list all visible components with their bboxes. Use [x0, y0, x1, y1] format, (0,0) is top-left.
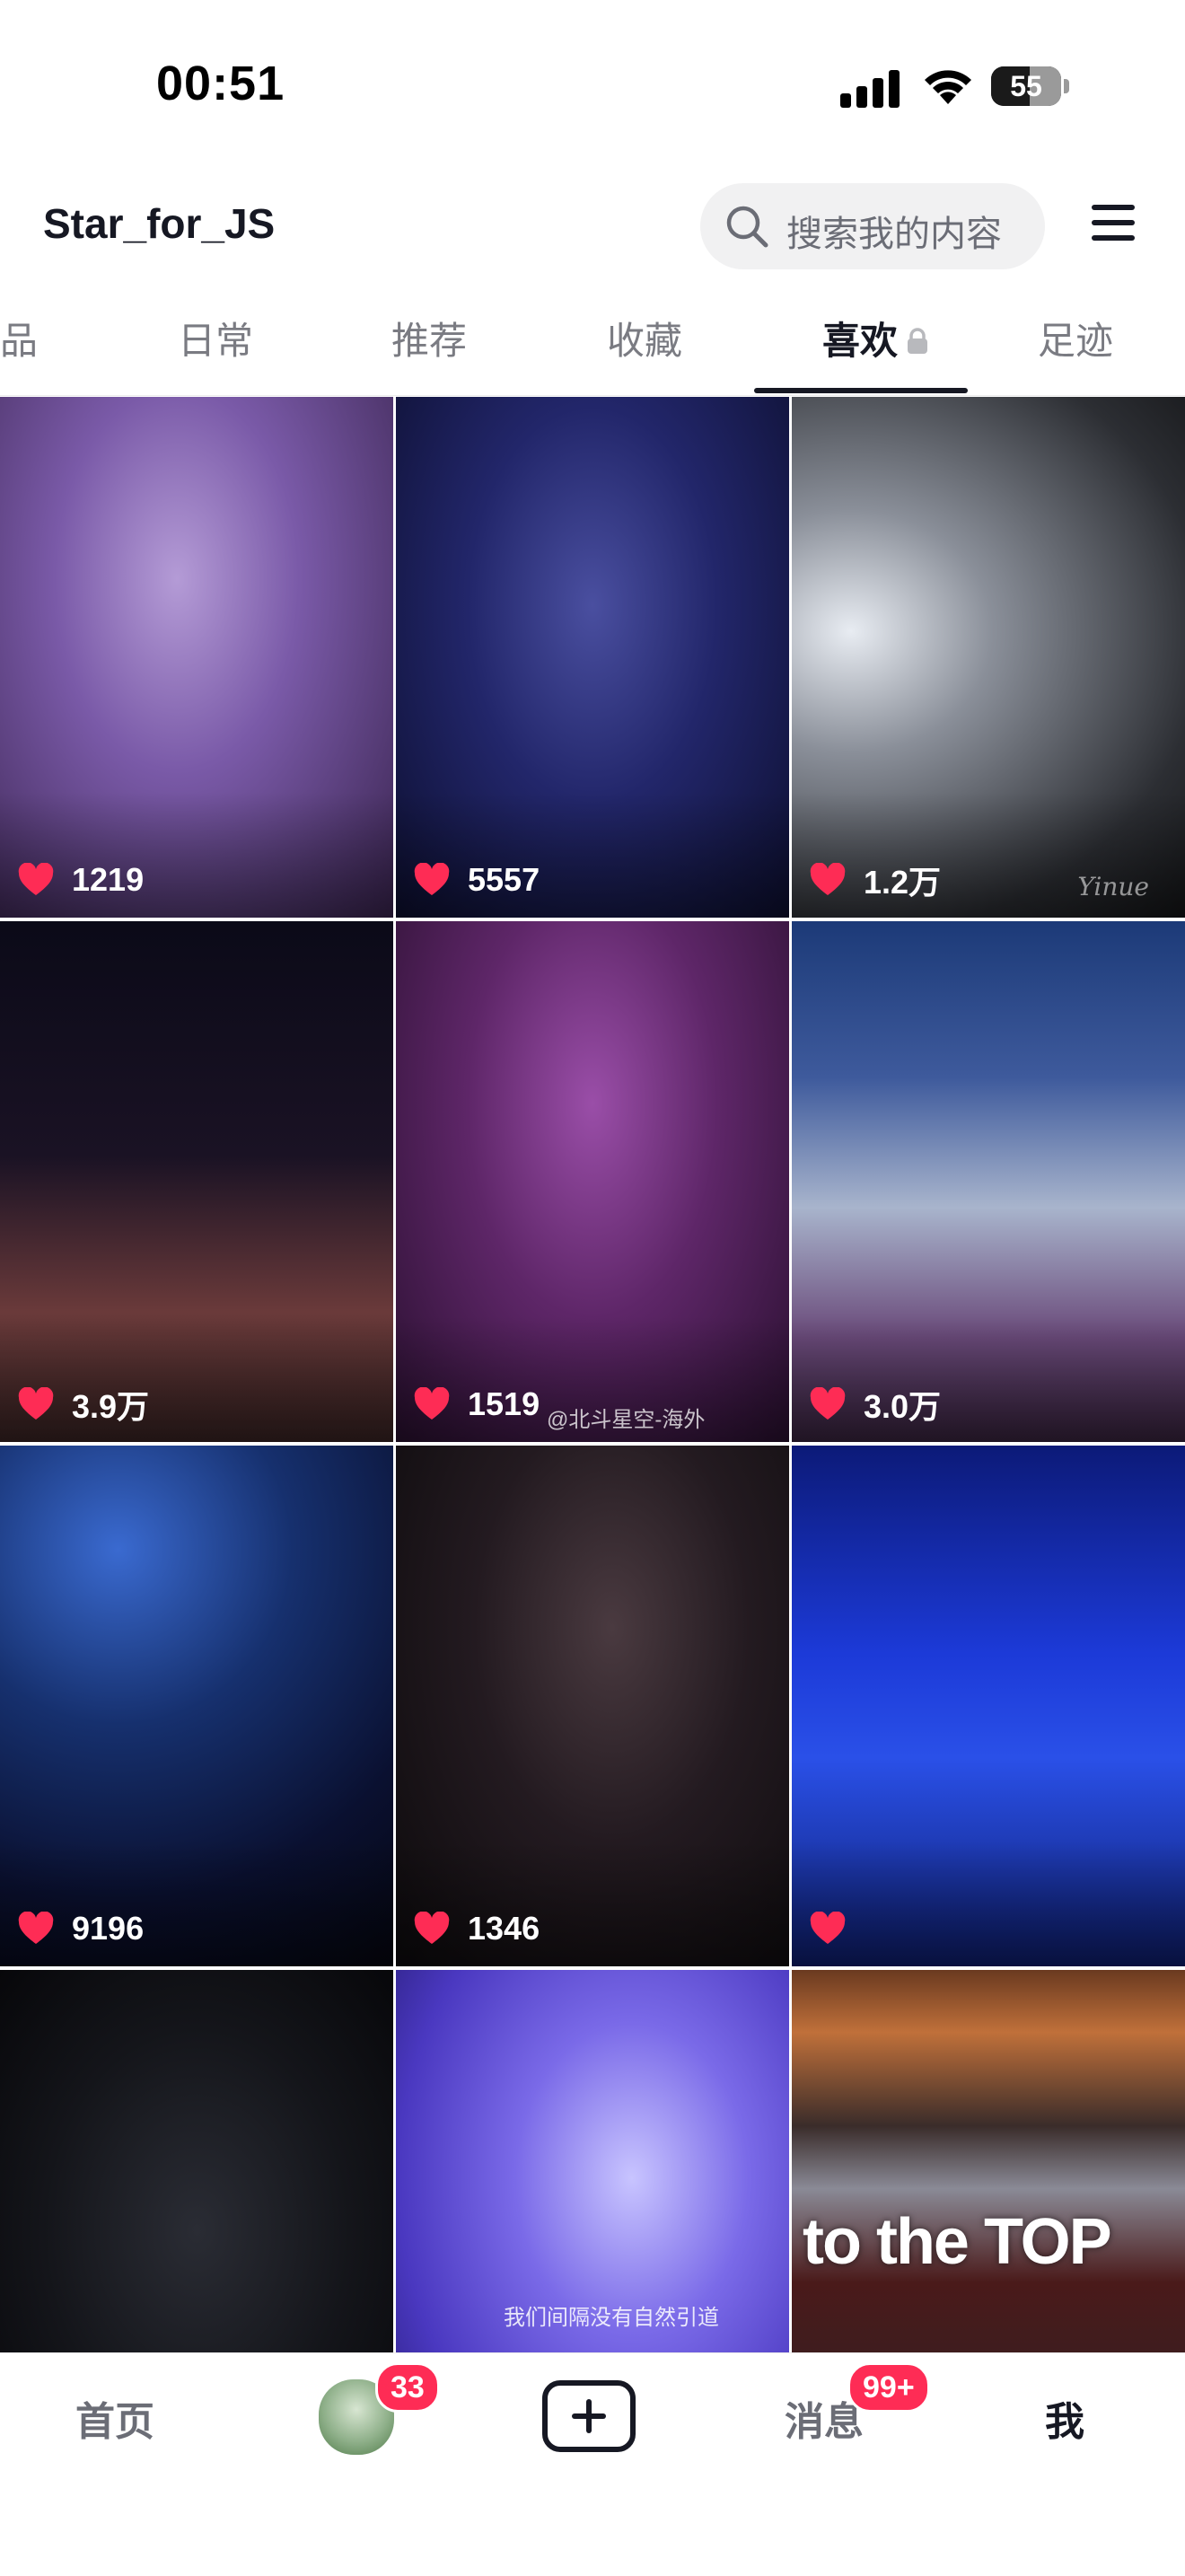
menu-icon[interactable]	[1092, 205, 1135, 244]
like-count: 1519	[468, 1385, 540, 1422]
video-tile[interactable]: @北斗星空-海外 1519	[396, 921, 789, 1442]
tab-works[interactable]: 品	[0, 296, 38, 395]
create-button[interactable]	[542, 2380, 636, 2452]
tab-favorites[interactable]: 收藏	[607, 296, 682, 395]
video-tile[interactable]: 5557	[396, 397, 789, 918]
video-tile[interactable]: 1346	[396, 1446, 789, 1966]
like-count: 1346	[468, 1910, 540, 1947]
video-tile[interactable]	[0, 1970, 393, 2352]
heart-icon	[414, 863, 450, 895]
lock-icon	[908, 328, 928, 354]
like-count: 5557	[468, 861, 540, 898]
heart-icon	[18, 1387, 54, 1420]
video-tile[interactable]: to the TOP	[792, 1970, 1185, 2352]
like-count: 9196	[72, 1910, 145, 1947]
like-count: 1219	[72, 861, 145, 898]
heart-icon	[414, 1387, 450, 1420]
status-time: 00:51	[156, 57, 285, 110]
nav-home[interactable]: 首页	[75, 2389, 154, 2447]
heart-icon	[18, 1912, 54, 1944]
status-bar: 00:51 55	[0, 0, 1185, 171]
heart-icon	[810, 1387, 846, 1420]
search-placeholder: 搜索我的内容	[786, 215, 1002, 254]
profile-tabs: 品 日常 推荐 收藏 喜欢 足迹	[0, 296, 1185, 396]
heart-icon	[810, 863, 846, 895]
video-overlay-text: to the TOP	[803, 2206, 1112, 2278]
video-caption: 我们间隔没有自然引道	[504, 2306, 719, 2330]
tab-history[interactable]: 足迹	[1038, 296, 1113, 395]
tab-daily[interactable]: 日常	[178, 296, 253, 395]
friends-badge: 33	[375, 2362, 440, 2413]
tab-likes[interactable]: 喜欢	[822, 296, 928, 395]
heart-icon	[18, 863, 54, 895]
video-tile[interactable]: 1219	[0, 397, 393, 918]
profile-header: Star_for_JS 搜索我的内容	[0, 171, 1185, 287]
search-input[interactable]: 搜索我的内容	[700, 183, 1045, 269]
battery-percent: 55	[1010, 70, 1042, 102]
bottom-nav: 首页 33 消息 99+ 我	[0, 2352, 1185, 2576]
like-count: 3.9万	[72, 1388, 150, 1425]
messages-badge: 99+	[847, 2362, 930, 2413]
video-tile[interactable]: 我们间隔没有自然引道	[396, 1970, 789, 2352]
video-tile[interactable]: 3.9万	[0, 921, 393, 1442]
like-count: 3.0万	[864, 1388, 942, 1425]
username: Star_for_JS	[43, 200, 276, 247]
video-tile[interactable]: Yinue 1.2万	[792, 397, 1185, 918]
watermark: Yinue	[1077, 872, 1149, 901]
tab-indicator	[754, 388, 968, 393]
video-tile[interactable]: 3.0万	[792, 921, 1185, 1442]
video-caption: @北斗星空-海外	[547, 1408, 706, 1432]
signal-icon	[840, 70, 900, 108]
video-tile[interactable]: 9196	[0, 1446, 393, 1966]
liked-videos-grid: 1219 5557 Yinue 1.2万 3.9万 @北斗星空-海外 1519 …	[0, 397, 1185, 2352]
like-count: 1.2万	[864, 864, 942, 901]
video-tile[interactable]	[792, 1446, 1185, 1966]
heart-icon	[810, 1912, 846, 1944]
wifi-icon	[925, 70, 971, 104]
heart-icon	[414, 1912, 450, 1944]
plus-icon	[572, 2399, 606, 2433]
battery-icon: 55	[991, 66, 1069, 106]
tab-recommend[interactable]: 推荐	[391, 296, 467, 395]
search-icon	[726, 206, 768, 248]
nav-me[interactable]: 我	[1045, 2389, 1084, 2447]
